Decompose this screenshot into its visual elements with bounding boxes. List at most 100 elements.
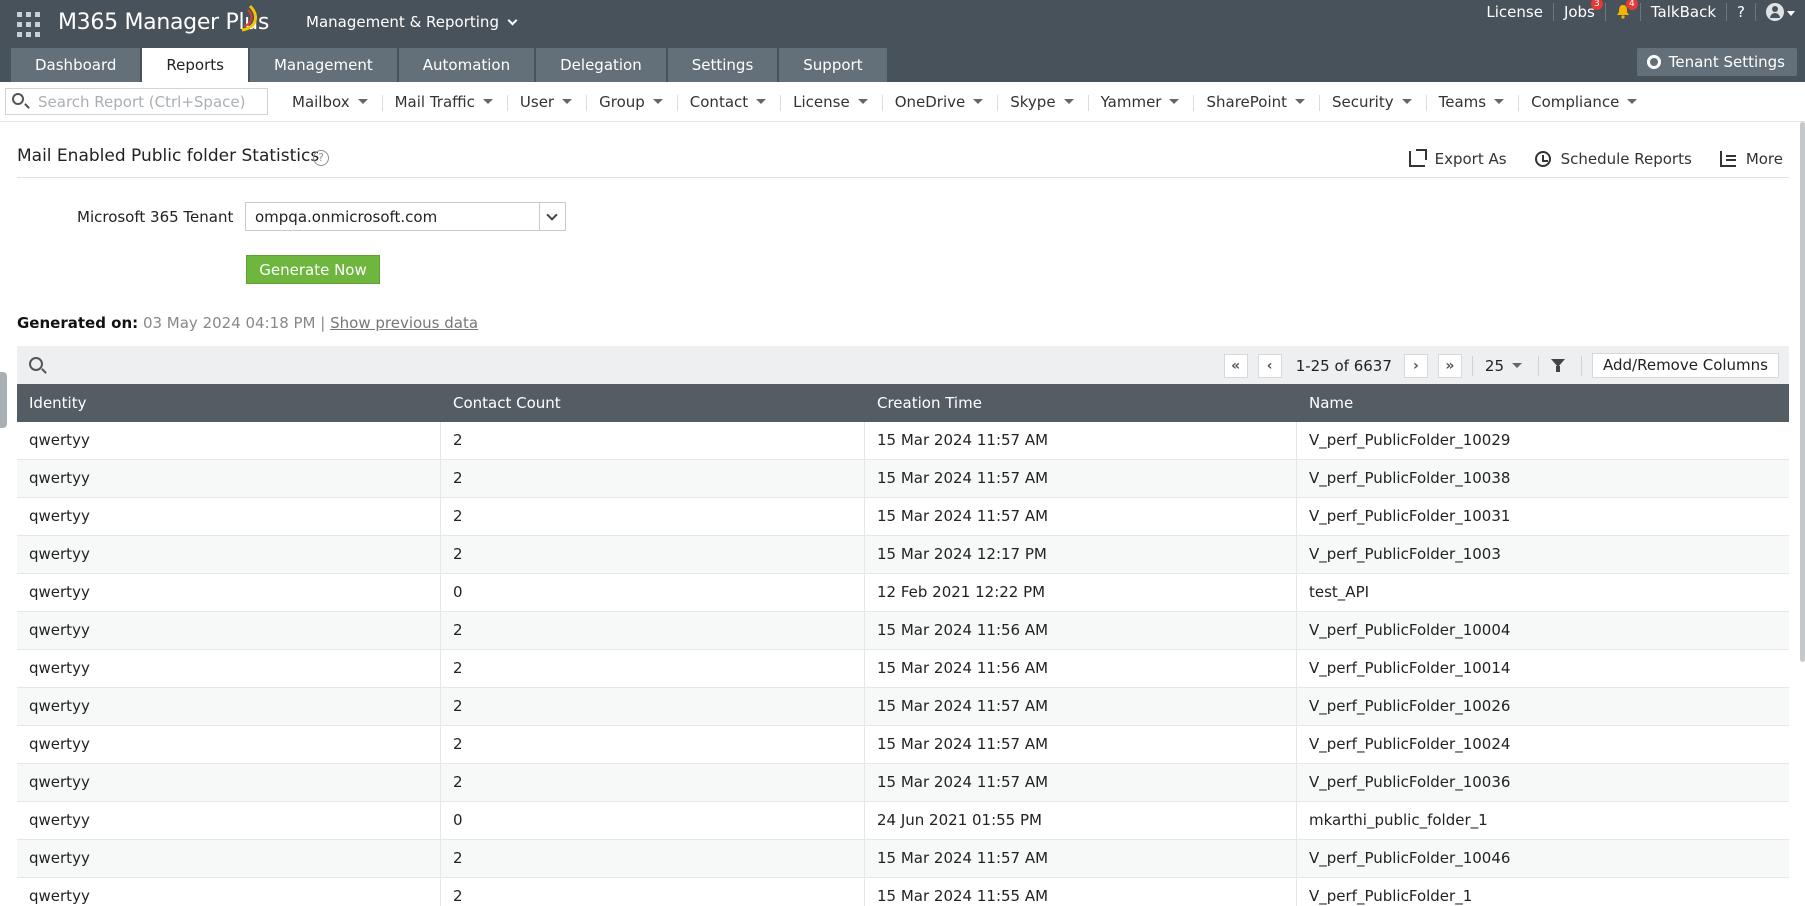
- column-header-identity[interactable]: Identity: [17, 384, 441, 422]
- table-row[interactable]: qwertyy 2 15 Mar 2024 11:55 AM V_perf_Publi…: [17, 878, 1789, 906]
- table-row[interactable]: qwertyy 2 15 Mar 2024 11:57 AM V_perf_Publi…: [17, 764, 1789, 802]
- tab-automation[interactable]: Automation: [398, 48, 535, 82]
- menu-mailbox[interactable]: Mailbox: [280, 93, 383, 111]
- table-row[interactable]: qwertyy 2 15 Mar 2024 11:56 AM V_perf_Publi…: [17, 612, 1789, 650]
- cell-creation-time: 15 Mar 2024 11:57 AM: [865, 688, 1297, 725]
- license-link[interactable]: License: [1476, 0, 1553, 24]
- cell-contact-count: 0: [441, 574, 865, 611]
- export-as-button[interactable]: Export As: [1408, 149, 1507, 168]
- cell-name: V_perf_PublicFolder_10026: [1309, 697, 1511, 715]
- menu-onedrive[interactable]: OneDrive: [883, 93, 999, 111]
- cell-name: V_perf_PublicFolder_10038: [1309, 469, 1511, 487]
- menu-label: Group: [599, 93, 645, 111]
- more-button[interactable]: More: [1719, 150, 1783, 168]
- menu-label: Teams: [1438, 93, 1487, 111]
- tab-settings[interactable]: Settings: [667, 48, 778, 82]
- tenant-settings-button[interactable]: Tenant Settings: [1636, 48, 1797, 76]
- menu-label: SharePoint: [1206, 93, 1288, 111]
- column-header-creation-time[interactable]: Creation Time: [865, 384, 1297, 422]
- cell-contact-count: 2: [441, 688, 865, 725]
- help-icon[interactable]: ?: [313, 150, 329, 166]
- schedule-reports-button[interactable]: Schedule Reports: [1534, 150, 1692, 168]
- cell-contact-count: 2: [441, 460, 865, 497]
- main-tabs: Dashboard Reports Management Automation …: [11, 48, 889, 82]
- report-search[interactable]: [5, 88, 268, 115]
- table-row[interactable]: qwertyy 2 15 Mar 2024 11:57 AM V_perf_Publi…: [17, 460, 1789, 498]
- pager: « ‹ 1-25 of 6637 › » 25 Add/Remove Colum…: [1223, 353, 1779, 378]
- export-label: Export As: [1434, 150, 1507, 168]
- tab-delegation[interactable]: Delegation: [536, 48, 666, 82]
- cell-creation-time: 15 Mar 2024 11:57 AM: [865, 460, 1297, 497]
- menu-compliance[interactable]: Compliance: [1519, 93, 1652, 111]
- brand-swoosh-icon: [241, 4, 258, 32]
- tenant-select[interactable]: ompqa.onmicrosoft.com: [245, 202, 566, 231]
- cell-contact-count: 2: [441, 498, 865, 535]
- app-launcher-icon[interactable]: [17, 12, 43, 38]
- menu-user[interactable]: User: [508, 93, 588, 111]
- module-selector[interactable]: Management & Reporting: [306, 13, 518, 31]
- filter-icon[interactable]: [1551, 358, 1565, 373]
- menu-contact[interactable]: Contact: [678, 93, 782, 111]
- menu-group[interactable]: Group: [587, 93, 678, 111]
- tab-support[interactable]: Support: [779, 48, 887, 82]
- table-row[interactable]: qwertyy 2 15 Mar 2024 11:57 AM V_perf_Publi…: [17, 726, 1789, 764]
- table-row[interactable]: qwertyy 2 15 Mar 2024 11:57 AM V_perf_Publi…: [17, 840, 1789, 878]
- menu-sharepoint[interactable]: SharePoint: [1194, 93, 1320, 111]
- help-link[interactable]: ?: [1727, 0, 1755, 24]
- search-input[interactable]: [38, 92, 263, 112]
- menu-skype[interactable]: Skype: [998, 93, 1089, 111]
- table-row[interactable]: qwertyy 2 15 Mar 2024 11:57 AM V_perf_Publi…: [17, 688, 1789, 726]
- table-row[interactable]: qwertyy 0 12 Feb 2021 12:22 PM test_API: [17, 574, 1789, 612]
- caret-down-icon: [1169, 99, 1180, 104]
- notifications-button[interactable]: 4: [1606, 0, 1640, 24]
- generated-value: 03 May 2024 04:18 PM |: [142, 314, 326, 332]
- generate-now-button[interactable]: Generate Now: [246, 255, 380, 284]
- table-row[interactable]: qwertyy 0 24 Jun 2021 01:55 PM mkarthi_publ…: [17, 802, 1789, 840]
- menu-license[interactable]: License: [781, 93, 883, 111]
- menu-security[interactable]: Security: [1320, 93, 1427, 111]
- generated-on: Generated on: 03 May 2024 04:18 PM | Sho…: [17, 314, 478, 332]
- scrollbar[interactable]: [1800, 122, 1805, 662]
- user-avatar-icon: [1766, 3, 1784, 21]
- add-remove-columns-button[interactable]: Add/Remove Columns: [1592, 353, 1779, 378]
- table-row[interactable]: qwertyy 2 15 Mar 2024 12:17 PM V_perf_Publi…: [17, 536, 1789, 574]
- caret-down-icon: [973, 99, 984, 104]
- chevron-down-icon[interactable]: [539, 203, 565, 230]
- last-page-button[interactable]: »: [1437, 353, 1462, 378]
- menu-yammer[interactable]: Yammer: [1089, 93, 1195, 111]
- tab-management[interactable]: Management: [249, 48, 397, 82]
- first-page-button[interactable]: «: [1223, 353, 1248, 378]
- menu-teams[interactable]: Teams: [1427, 93, 1520, 111]
- column-header-name[interactable]: Name: [1297, 384, 1789, 422]
- show-previous-data-link[interactable]: Show previous data: [330, 314, 478, 332]
- talkback-link[interactable]: TalkBack: [1641, 0, 1726, 24]
- prev-page-button[interactable]: ‹: [1257, 353, 1282, 378]
- table-row[interactable]: qwertyy 2 15 Mar 2024 11:57 AM V_perf_Publi…: [17, 422, 1789, 460]
- cell-name: V_perf_PublicFolder_10031: [1309, 507, 1511, 525]
- table-row[interactable]: qwertyy 2 15 Mar 2024 11:56 AM V_perf_Publi…: [17, 650, 1789, 688]
- cell-identity: qwertyy: [17, 422, 441, 459]
- caret-down-icon: [1494, 99, 1505, 104]
- side-panel-handle[interactable]: [0, 372, 7, 428]
- search-icon[interactable]: [29, 357, 43, 371]
- caret-down-icon: [482, 99, 493, 104]
- column-header-contact-count[interactable]: Contact Count: [441, 384, 865, 422]
- menu-label: Security: [1332, 93, 1394, 111]
- cell-creation-time: 15 Mar 2024 11:57 AM: [865, 764, 1297, 801]
- cell-contact-count: 2: [441, 878, 865, 906]
- cell-contact-count: 2: [441, 536, 865, 573]
- next-page-button[interactable]: ›: [1403, 353, 1428, 378]
- user-menu[interactable]: [1756, 0, 1805, 24]
- menu-label: Skype: [1010, 93, 1056, 111]
- cell-creation-time: 12 Feb 2021 12:22 PM: [865, 574, 1297, 611]
- page-size-select[interactable]: 25: [1481, 357, 1526, 375]
- menu-mail-traffic[interactable]: Mail Traffic: [383, 93, 509, 111]
- cell-name: V_perf_PublicFolder_10004: [1309, 621, 1511, 639]
- table-row[interactable]: qwertyy 2 15 Mar 2024 11:57 AM V_perf_Publi…: [17, 498, 1789, 536]
- cell-creation-time: 15 Mar 2024 11:56 AM: [865, 612, 1297, 649]
- tab-dashboard[interactable]: Dashboard: [11, 48, 141, 82]
- alarm-clock-icon: [1534, 151, 1551, 167]
- tab-reports[interactable]: Reports: [142, 48, 248, 82]
- jobs-link[interactable]: Jobs 3: [1554, 0, 1605, 24]
- page-size-value: 25: [1484, 356, 1504, 375]
